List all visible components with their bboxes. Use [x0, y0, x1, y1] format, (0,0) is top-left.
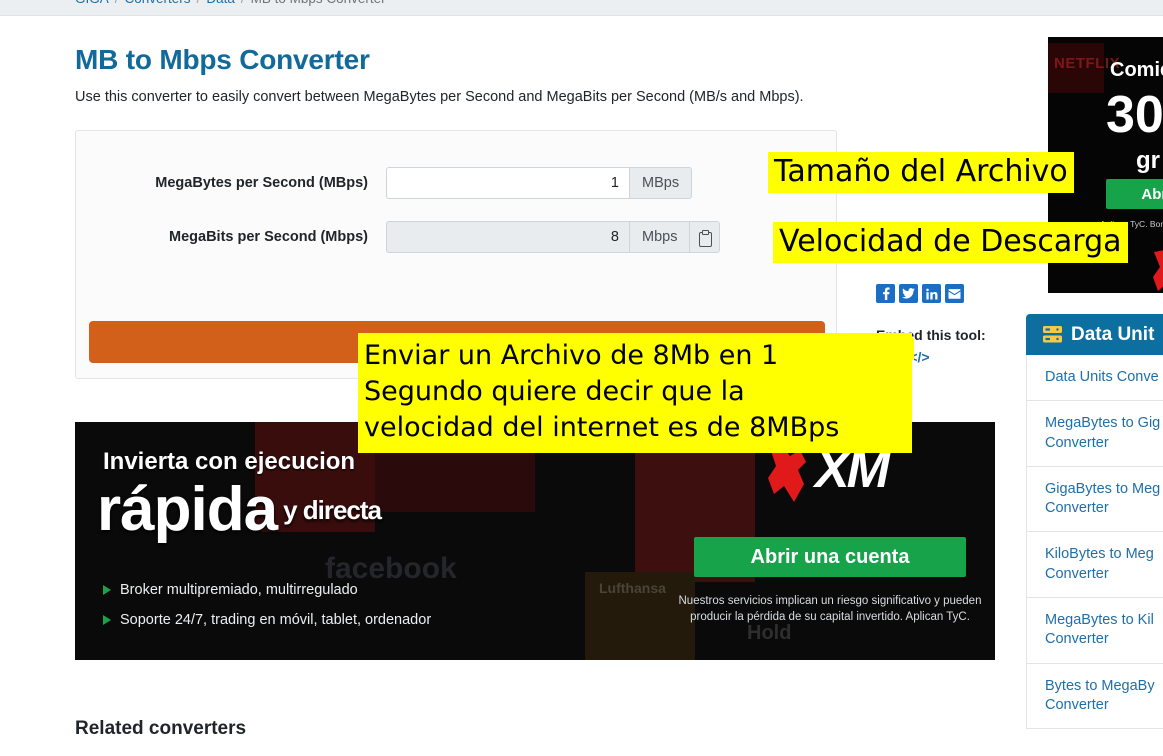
breadcrumb-item-converters[interactable]: Converters	[125, 0, 191, 6]
ad-headline-2: rápida y directa	[97, 474, 382, 545]
top-ad-headline-2: 30	[1106, 86, 1163, 144]
sidebar-item-mb-to-gb[interactable]: MegaBytes to Gig Converter	[1026, 401, 1163, 467]
input-row: MegaBytes per Second (MBps) MBps	[76, 167, 821, 199]
ad-disclaimer: Nuestros servicios implican un riesgo si…	[678, 595, 982, 623]
megabits-unit-addon: Mbps	[629, 221, 690, 253]
sidebar-header: Data Unit	[1026, 314, 1163, 355]
page-description: Use this converter to easily convert bet…	[75, 89, 804, 105]
twitter-icon[interactable]	[899, 284, 918, 303]
sidebar-item-data-units[interactable]: Data Units Conve	[1026, 355, 1163, 402]
ad-bullet-2-text: Soporte 24/7, trading en móvil, tablet, …	[120, 612, 432, 628]
page-root: GIGA / Converters / Data / MB to Mbps Converte…	[0, 0, 1163, 756]
ad-headline-1: Invierta con ejecucion	[103, 448, 356, 475]
page-title: MB to Mbps Converter	[75, 44, 370, 75]
clipboard-icon[interactable]	[689, 221, 721, 253]
sidebar: Data Unit Data Units Conve MegaBytes to …	[1026, 314, 1163, 730]
megabits-label: MegaBits per Second (Mbps)	[169, 229, 368, 245]
breadcrumb-item-data[interactable]: Data	[206, 0, 235, 6]
email-icon[interactable]	[945, 284, 964, 303]
megabytes-input-group: MBps	[386, 167, 693, 199]
server-icon	[1043, 326, 1062, 343]
top-ad-cta-button[interactable]: Abrir u	[1106, 179, 1163, 209]
megabits-output[interactable]	[386, 221, 629, 253]
annotation-explanation-line-3: velocidad del internet es de 8MBps	[364, 411, 840, 443]
breadcrumb: GIGA / Converters / Data / MB to Mbps Converte…	[75, 0, 386, 6]
triangle-bullet-icon	[103, 585, 111, 595]
breadcrumb-separator: /	[241, 0, 245, 6]
ghost-word-lufthansa: Lufthansa	[599, 580, 666, 596]
bull-logo-icon	[768, 446, 806, 502]
sidebar-item-mb-to-kb[interactable]: MegaBytes to Kil Converter	[1026, 597, 1163, 664]
social-share-row	[876, 284, 1006, 303]
megabytes-input[interactable]	[386, 167, 629, 199]
breadcrumb-item-giga[interactable]: GIGA	[75, 0, 109, 6]
breadcrumb-separator: /	[115, 0, 119, 6]
annotation-file-size: Tamaño del Archivo	[768, 152, 1074, 193]
megabits-input-group: Mbps	[386, 221, 721, 253]
annotation-explanation-line-2: Segundo quiere decir que la	[364, 375, 745, 407]
megabytes-unit-addon: MBps	[629, 167, 693, 199]
breadcrumb-bar: GIGA / Converters / Data / MB to Mbps Converte…	[0, 0, 1163, 16]
top-ad-headline-3: gr	[1136, 147, 1160, 174]
breadcrumb-separator: /	[197, 0, 201, 6]
breadcrumb-item-current: MB to Mbps Converter	[251, 0, 386, 6]
sidebar-header-label: Data Unit	[1071, 323, 1155, 345]
ad-headline-2-sub: y directa	[283, 495, 382, 525]
top-ad-headline-1: Comie	[1110, 59, 1163, 81]
triangle-bullet-icon	[103, 615, 111, 625]
output-row: MegaBits per Second (Mbps) Mbps	[76, 221, 821, 253]
ad-bullet-2: Soporte 24/7, trading en móvil, tablet, …	[103, 612, 431, 628]
linkedin-icon[interactable]	[922, 284, 941, 303]
sidebar-item-bytes-to-mb[interactable]: Bytes to MegaBy Converter	[1026, 663, 1163, 730]
sidebar-item-gb-to-mb[interactable]: GigaBytes to Meg Converter	[1026, 466, 1163, 533]
annotation-explanation: Enviar un Archivo de 8Mb en 1 Segundo qu…	[358, 333, 912, 453]
megabytes-label: MegaBytes per Second (MBps)	[155, 175, 368, 191]
annotation-explanation-line-1: Enviar un Archivo de 8Mb en 1	[364, 340, 779, 371]
ad-bullet-1: Broker multipremiado, multirregulado	[103, 582, 358, 598]
ghost-word-facebook: facebook	[325, 552, 457, 585]
sidebar-item-kb-to-mb[interactable]: KiloBytes to Meg Converter	[1026, 532, 1163, 598]
annotation-download-speed: Velocidad de Descarga	[773, 222, 1128, 263]
ghost-word-hold: Hold	[747, 622, 792, 644]
ad-bullet-1-text: Broker multipremiado, multirregulado	[120, 582, 358, 598]
facebook-icon[interactable]	[876, 284, 895, 303]
related-converters-heading: Related converters	[75, 718, 247, 739]
bull-logo-icon	[1153, 250, 1163, 291]
ad-cta-button[interactable]: Abrir una cuenta	[694, 537, 966, 577]
ad-headline-2-main: rápida	[97, 475, 278, 544]
